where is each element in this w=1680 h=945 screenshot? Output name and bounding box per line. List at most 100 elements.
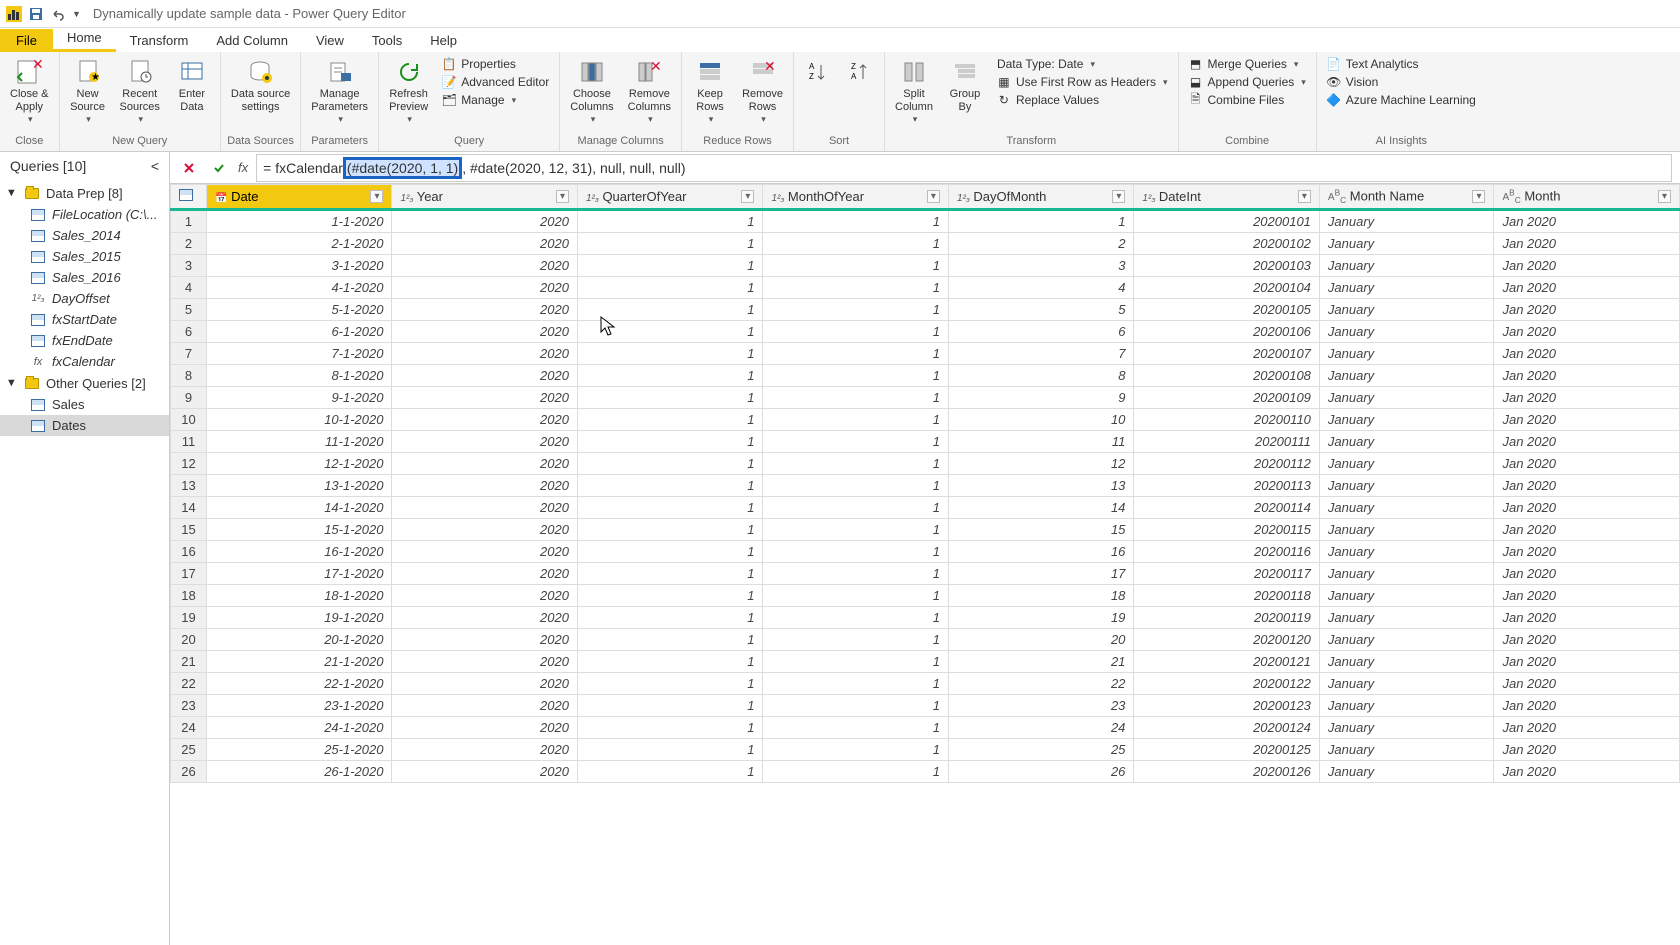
cell[interactable]: Jan 2020: [1494, 629, 1680, 651]
cell[interactable]: January: [1319, 409, 1494, 431]
cell[interactable]: January: [1319, 563, 1494, 585]
cell[interactable]: 2020: [392, 475, 577, 497]
row-number[interactable]: 12: [171, 453, 207, 475]
cell[interactable]: 1: [763, 321, 948, 343]
row-number[interactable]: 20: [171, 629, 207, 651]
row-number[interactable]: 15: [171, 519, 207, 541]
cell[interactable]: Jan 2020: [1494, 365, 1680, 387]
cell[interactable]: 1: [763, 210, 948, 233]
cell[interactable]: 23: [948, 695, 1133, 717]
table-row[interactable]: 44-1-2020202011420200104JanuaryJan 2020: [171, 277, 1680, 299]
remove-columns-button[interactable]: ✕ Remove Columns▾: [622, 54, 677, 129]
cell[interactable]: 1: [577, 210, 762, 233]
dropdown-icon[interactable]: ▼: [72, 9, 81, 19]
cell[interactable]: 1: [948, 210, 1133, 233]
column-header[interactable]: 1²₃ DayOfMonth▾: [948, 185, 1133, 210]
tab-file[interactable]: File: [0, 29, 53, 52]
cell[interactable]: 1: [763, 365, 948, 387]
row-number[interactable]: 22: [171, 673, 207, 695]
table-row[interactable]: 1414-1-20202020111420200114JanuaryJan 20…: [171, 497, 1680, 519]
cell[interactable]: 1: [577, 409, 762, 431]
cell[interactable]: 1: [763, 299, 948, 321]
cell[interactable]: 4-1-2020: [207, 277, 392, 299]
azure-ml-button[interactable]: 🔷Azure Machine Learning: [1325, 92, 1478, 108]
cell[interactable]: 2020: [392, 321, 577, 343]
cell[interactable]: 20200109: [1134, 387, 1319, 409]
column-header[interactable]: ABC Month Name▾: [1319, 185, 1494, 210]
row-number[interactable]: 25: [171, 739, 207, 761]
cell[interactable]: 22-1-2020: [207, 673, 392, 695]
cell[interactable]: 20200107: [1134, 343, 1319, 365]
cell[interactable]: 1: [577, 431, 762, 453]
merge-queries-button[interactable]: ⬒Merge Queries▾: [1187, 56, 1308, 72]
cell[interactable]: Jan 2020: [1494, 519, 1680, 541]
tab-tools[interactable]: Tools: [358, 29, 416, 52]
row-number[interactable]: 19: [171, 607, 207, 629]
cell[interactable]: 20200114: [1134, 497, 1319, 519]
replace-values-button[interactable]: ↻Replace Values: [995, 92, 1170, 108]
cell[interactable]: 26-1-2020: [207, 761, 392, 783]
query-group[interactable]: ▸Data Prep [8]: [0, 182, 169, 204]
table-row[interactable]: 77-1-2020202011720200107JanuaryJan 2020: [171, 343, 1680, 365]
combine-files-button[interactable]: 🗎Combine Files: [1187, 92, 1308, 108]
cell[interactable]: 4: [948, 277, 1133, 299]
cell[interactable]: 2020: [392, 343, 577, 365]
cancel-formula-button[interactable]: [178, 157, 200, 179]
cell[interactable]: 20200123: [1134, 695, 1319, 717]
cell[interactable]: 1: [577, 717, 762, 739]
cell[interactable]: January: [1319, 673, 1494, 695]
sort-asc-button[interactable]: AZ: [798, 54, 838, 92]
cell[interactable]: 24: [948, 717, 1133, 739]
cell[interactable]: 2020: [392, 210, 577, 233]
cell[interactable]: 22: [948, 673, 1133, 695]
column-header[interactable]: 1²₃ DateInt▾: [1134, 185, 1319, 210]
row-number[interactable]: 6: [171, 321, 207, 343]
filter-dropdown-icon[interactable]: ▾: [927, 190, 940, 203]
cell[interactable]: January: [1319, 321, 1494, 343]
cell[interactable]: Jan 2020: [1494, 497, 1680, 519]
table-row[interactable]: 55-1-2020202011520200105JanuaryJan 2020: [171, 299, 1680, 321]
choose-columns-button[interactable]: Choose Columns▾: [564, 54, 619, 129]
table-row[interactable]: 11-1-2020202011120200101JanuaryJan 2020: [171, 210, 1680, 233]
row-number[interactable]: 9: [171, 387, 207, 409]
cell[interactable]: 13-1-2020: [207, 475, 392, 497]
undo-icon[interactable]: [50, 6, 66, 22]
table-row[interactable]: 66-1-2020202011620200106JanuaryJan 2020: [171, 321, 1680, 343]
filter-dropdown-icon[interactable]: ▾: [370, 190, 383, 203]
cell[interactable]: 15-1-2020: [207, 519, 392, 541]
cell[interactable]: 1: [763, 475, 948, 497]
query-group[interactable]: ▸Other Queries [2]: [0, 372, 169, 394]
query-item[interactable]: fxStartDate: [0, 309, 169, 330]
cell[interactable]: 2020: [392, 585, 577, 607]
cell[interactable]: 20200104: [1134, 277, 1319, 299]
cell[interactable]: Jan 2020: [1494, 233, 1680, 255]
row-number[interactable]: 3: [171, 255, 207, 277]
cell[interactable]: 6-1-2020: [207, 321, 392, 343]
cell[interactable]: 2020: [392, 673, 577, 695]
cell[interactable]: 20200126: [1134, 761, 1319, 783]
cell[interactable]: 1: [763, 387, 948, 409]
cell[interactable]: 1: [763, 233, 948, 255]
cell[interactable]: 20200122: [1134, 673, 1319, 695]
cell[interactable]: 23-1-2020: [207, 695, 392, 717]
cell[interactable]: 21: [948, 651, 1133, 673]
cell[interactable]: 2020: [392, 299, 577, 321]
table-row[interactable]: 1111-1-20202020111120200111JanuaryJan 20…: [171, 431, 1680, 453]
cell[interactable]: Jan 2020: [1494, 739, 1680, 761]
cell[interactable]: Jan 2020: [1494, 409, 1680, 431]
cell[interactable]: January: [1319, 277, 1494, 299]
tab-home[interactable]: Home: [53, 26, 116, 52]
row-number[interactable]: 21: [171, 651, 207, 673]
filter-dropdown-icon[interactable]: ▾: [1112, 190, 1125, 203]
table-row[interactable]: 1616-1-20202020111620200116JanuaryJan 20…: [171, 541, 1680, 563]
cell[interactable]: Jan 2020: [1494, 210, 1680, 233]
cell[interactable]: Jan 2020: [1494, 717, 1680, 739]
cell[interactable]: 1: [577, 255, 762, 277]
cell[interactable]: 1: [763, 343, 948, 365]
table-row[interactable]: 1010-1-20202020111020200110JanuaryJan 20…: [171, 409, 1680, 431]
row-number[interactable]: 2: [171, 233, 207, 255]
cell[interactable]: 9-1-2020: [207, 387, 392, 409]
query-item[interactable]: Sales: [0, 394, 169, 415]
cell[interactable]: 1: [763, 563, 948, 585]
cell[interactable]: 20: [948, 629, 1133, 651]
